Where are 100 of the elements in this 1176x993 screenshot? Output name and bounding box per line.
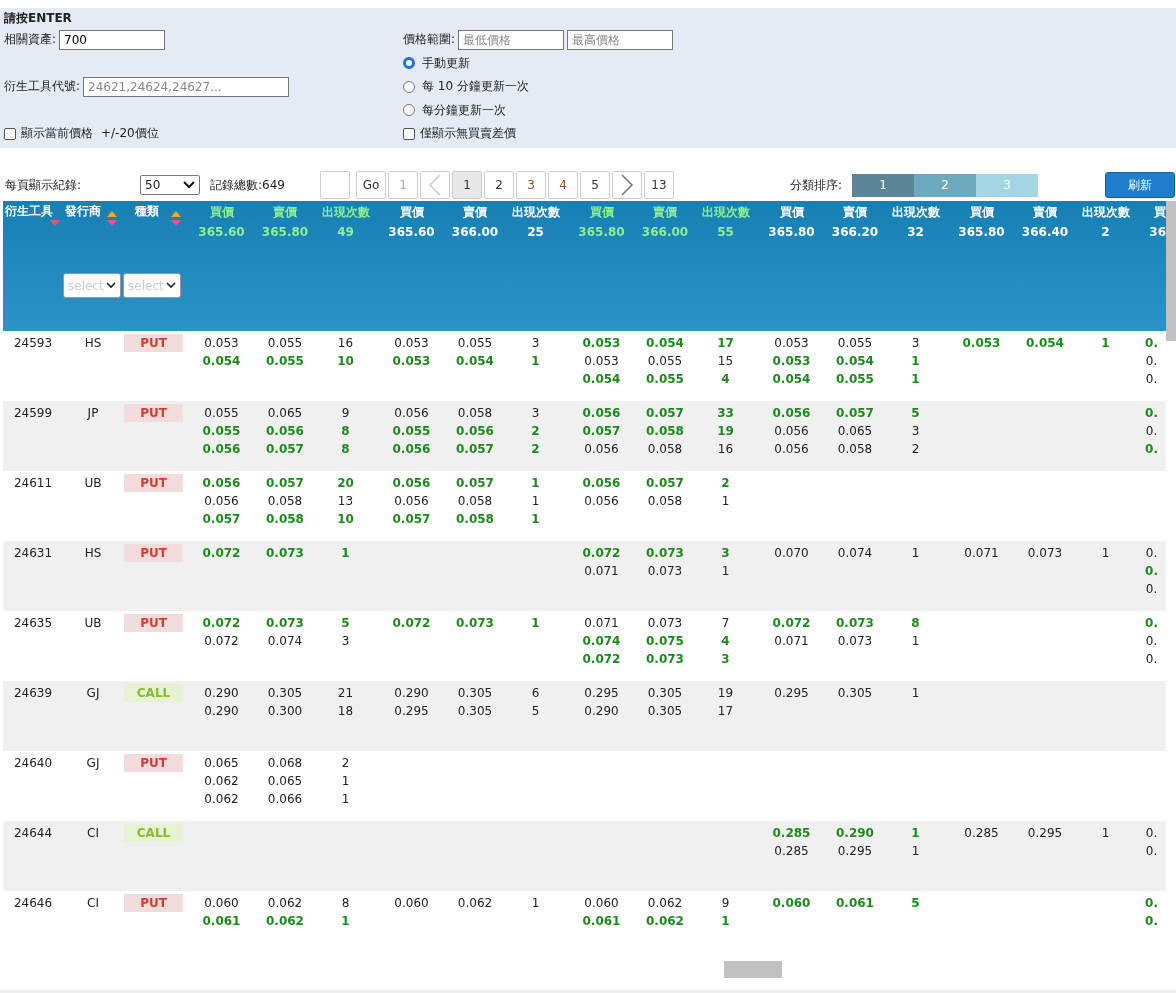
price-value: 0.054 xyxy=(836,353,874,370)
price-value: 0.061 xyxy=(202,913,241,930)
page-button[interactable]: 1 xyxy=(452,171,482,199)
reference-price: 365.80 xyxy=(958,225,1005,239)
panel-title: 請按ENTER xyxy=(4,9,73,27)
price-value: 0.053 xyxy=(774,335,809,352)
price-value: 0.295 xyxy=(774,685,809,702)
issuer-code: CI xyxy=(87,896,99,910)
min-price-input[interactable]: 最低價格 xyxy=(458,29,565,50)
count-value: 10 xyxy=(337,511,354,528)
price-value: 0.071 xyxy=(584,563,619,580)
price-value: 0. xyxy=(1145,615,1158,632)
price-value: 0.072 xyxy=(392,615,431,632)
chevron-left-icon xyxy=(428,173,442,197)
checkbox[interactable] xyxy=(403,127,415,140)
price-value: 0.065 xyxy=(837,423,873,440)
radio-label: 每分鐘更新一次 xyxy=(422,101,506,119)
price-value: 0.290 xyxy=(394,685,429,702)
next-button[interactable] xyxy=(612,171,642,199)
radio-button[interactable] xyxy=(403,80,415,93)
price-value: 0. xyxy=(1145,405,1158,422)
sort-level-button[interactable]: 2 xyxy=(914,173,976,197)
radio-button[interactable] xyxy=(403,104,415,117)
reference-price: 365.80 xyxy=(768,225,815,239)
column-header: 賣價 xyxy=(653,204,677,221)
price-value: 0.057 xyxy=(646,475,684,492)
price-value: 0.057 xyxy=(266,441,304,458)
count-value: 8 xyxy=(341,895,350,912)
price-value: 0. xyxy=(1145,353,1158,370)
reference-price: 365.60 xyxy=(388,225,435,239)
sort-level-button[interactable]: 1 xyxy=(852,173,914,197)
column-header: 買價 xyxy=(589,204,614,221)
price-value: 0.054 xyxy=(456,353,494,370)
scrollbar-thumb[interactable] xyxy=(724,961,782,978)
go-button[interactable]: Go xyxy=(356,171,386,199)
column-header: 賣價 xyxy=(843,204,867,221)
sort-arrows-icon[interactable] xyxy=(171,211,181,227)
page-button[interactable]: 13 xyxy=(644,171,674,199)
reference-price: 2 xyxy=(1101,225,1110,239)
page-button[interactable]: 5 xyxy=(580,171,610,199)
count-value: 16 xyxy=(337,335,354,352)
price-value: 0.073 xyxy=(836,615,874,632)
column-header[interactable]: 種類 xyxy=(123,204,159,218)
price-value: 0.055 xyxy=(202,423,241,440)
price-value: 0.073 xyxy=(647,615,683,632)
count-value: 1 xyxy=(911,353,920,370)
code-input[interactable]: 24621,24624,24627... xyxy=(83,76,290,97)
page-button[interactable]: 2 xyxy=(484,171,514,199)
price-value: 0.056 xyxy=(774,441,809,458)
issuer-code: GJ xyxy=(86,686,100,700)
price-value: 0.055 xyxy=(836,371,874,388)
price-value: 0.058 xyxy=(647,493,683,510)
checkbox[interactable] xyxy=(4,127,16,140)
caret-icon xyxy=(183,181,195,189)
price-value: 0.290 xyxy=(836,825,874,842)
column-header[interactable]: 發行商 xyxy=(63,204,101,218)
scrollbar-thumb[interactable] xyxy=(1166,201,1176,341)
price-value: 0.070 xyxy=(774,545,809,562)
radio-button[interactable] xyxy=(403,57,415,70)
count-value: 17 xyxy=(717,703,734,720)
price-value: 0. xyxy=(1145,563,1158,580)
page-button[interactable]: 4 xyxy=(548,171,578,199)
price-value: 0. xyxy=(1145,651,1158,668)
price-value: 0.305 xyxy=(267,685,303,702)
count-value: 5 xyxy=(911,405,920,422)
option-type-tag: PUT xyxy=(124,894,183,912)
column-header[interactable]: 衍生工具 xyxy=(3,204,53,218)
price-value: 0.058 xyxy=(646,423,684,440)
column-header: 買 xyxy=(1154,204,1166,221)
page-button[interactable]: 3 xyxy=(516,171,546,199)
count-value: 19 xyxy=(717,685,734,702)
price-value: 0.295 xyxy=(394,703,429,720)
refresh-button[interactable]: 刷新 xyxy=(1105,172,1175,198)
count-value: 1 xyxy=(341,545,350,562)
count-value: 1 xyxy=(911,545,920,562)
reference-price: 366.00 xyxy=(641,225,689,239)
count-value: 13 xyxy=(337,493,354,510)
count-value: 1 xyxy=(531,493,540,510)
count-value: 2 xyxy=(531,423,540,440)
price-value: 0.071 xyxy=(584,615,619,632)
max-price-input[interactable]: 最高價格 xyxy=(567,29,674,50)
column-header: 賣價 xyxy=(1033,204,1057,221)
price-value: 0.058 xyxy=(266,511,304,528)
price-value: 0.290 xyxy=(204,703,239,720)
page-input[interactable] xyxy=(320,171,350,199)
price-value: 0.290 xyxy=(584,703,619,720)
column-header: 出現次數 xyxy=(1081,204,1130,221)
price-value: 0.285 xyxy=(774,843,809,860)
asset-input[interactable]: 700 xyxy=(59,29,166,50)
price-value: 0.066 xyxy=(267,791,303,808)
sort-arrows-icon[interactable] xyxy=(107,211,117,227)
price-value: 0.072 xyxy=(582,545,621,562)
per-page-select[interactable]: 50 xyxy=(140,175,200,195)
reference-price: 365.60 xyxy=(198,225,245,239)
column-header: 賣價 xyxy=(463,204,487,221)
price-value: 0.290 xyxy=(204,685,239,702)
column-header: 買價 xyxy=(399,204,424,221)
price-value: 0.055 xyxy=(267,335,303,352)
reference-price: 36 xyxy=(1149,225,1166,239)
price-value: 0.305 xyxy=(457,703,493,720)
